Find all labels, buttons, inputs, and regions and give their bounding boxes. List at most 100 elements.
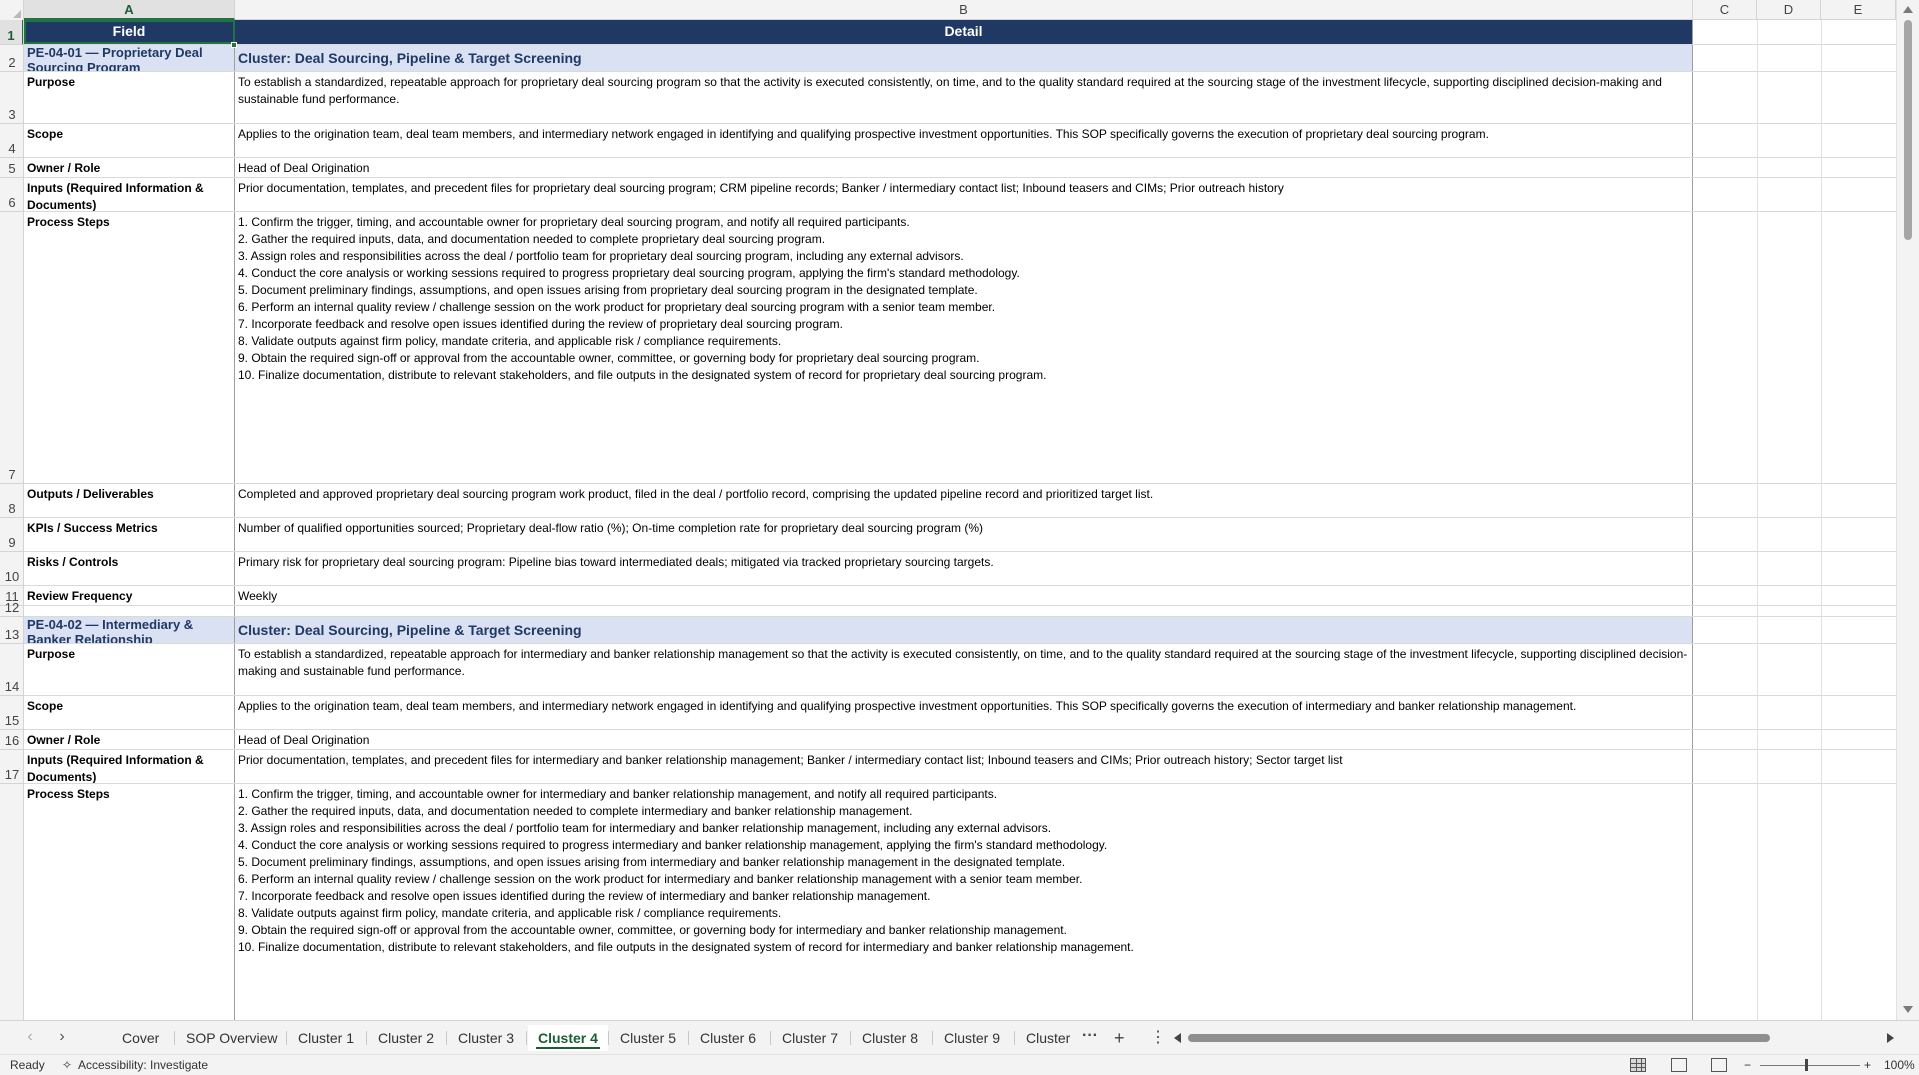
- row-header[interactable]: [0, 784, 23, 1020]
- row-header[interactable]: 8: [0, 484, 23, 518]
- cell-b[interactable]: Applies to the origination team, deal te…: [235, 124, 1693, 157]
- cell-b[interactable]: Prior documentation, templates, and prec…: [235, 178, 1693, 211]
- cell-a[interactable]: Owner / Role: [24, 158, 235, 177]
- cell-a[interactable]: Owner / Role: [24, 730, 235, 749]
- page-layout-view-icon[interactable]: [1671, 1058, 1687, 1072]
- cell-b[interactable]: To establish a standardized, repeatable …: [235, 72, 1693, 123]
- row-header[interactable]: 13: [0, 617, 23, 644]
- cell-a[interactable]: Inputs (Required Information & Documents…: [24, 178, 235, 211]
- scroll-left-arrow-icon[interactable]: [1174, 1033, 1181, 1043]
- row-header[interactable]: 6: [0, 178, 23, 212]
- cell-b[interactable]: Number of qualified opportunities source…: [235, 518, 1693, 551]
- sheet-tab[interactable]: Cluster 6: [690, 1025, 766, 1051]
- zoom-out-icon[interactable]: −: [1744, 1058, 1751, 1072]
- column-header-c[interactable]: C: [1693, 0, 1757, 20]
- sheet-tab[interactable]: Cluster 2: [368, 1025, 444, 1051]
- cell-b[interactable]: 1. Confirm the trigger, timing, and acco…: [235, 784, 1693, 1020]
- cell-a[interactable]: Inputs (Required Information & Documents…: [24, 750, 235, 783]
- cell-a[interactable]: [24, 606, 235, 616]
- row-header[interactable]: 7: [0, 212, 23, 484]
- column-header-e[interactable]: E: [1821, 0, 1896, 20]
- cell-b[interactable]: Head of Deal Origination: [235, 730, 1693, 749]
- accessibility-status[interactable]: Accessibility: Investigate: [78, 1058, 208, 1072]
- select-all-corner[interactable]: [0, 0, 24, 20]
- cell-a[interactable]: Process Steps: [24, 784, 235, 1020]
- page-break-view-icon[interactable]: [1711, 1058, 1727, 1072]
- cell-b[interactable]: Cluster: Deal Sourcing, Pipeline & Targe…: [235, 45, 1693, 71]
- sheet-tab[interactable]: Cluster 4: [528, 1025, 608, 1051]
- fill-handle[interactable]: [231, 42, 237, 48]
- cell-a[interactable]: Purpose: [24, 72, 235, 123]
- sheet-options-icon[interactable]: ⋮: [1150, 1025, 1166, 1051]
- add-sheet-icon[interactable]: +: [1114, 1025, 1125, 1051]
- cell-b[interactable]: Detail: [235, 20, 1693, 44]
- cell-a[interactable]: Risks / Controls: [24, 552, 235, 585]
- sheet-tab[interactable]: Cluster 3: [448, 1025, 524, 1051]
- tab-separator: [446, 1031, 447, 1045]
- sheet-tab[interactable]: Cover: [112, 1025, 169, 1051]
- row-header[interactable]: 16: [0, 730, 23, 750]
- sheet-tab[interactable]: SOP Overview: [176, 1025, 288, 1051]
- cell-a[interactable]: Review Frequency: [24, 586, 235, 605]
- spreadsheet-grid[interactable]: Field Detail PE-04-01 — Proprietary Deal S…: [24, 20, 1896, 1020]
- cell-b[interactable]: To establish a standardized, repeatable …: [235, 644, 1693, 695]
- cell-a[interactable]: Scope: [24, 696, 235, 729]
- zoom-level[interactable]: 100%: [1884, 1058, 1915, 1072]
- normal-view-icon[interactable]: [1630, 1058, 1646, 1072]
- cell-b[interactable]: Completed and approved proprietary deal …: [235, 484, 1693, 517]
- vertical-scroll-thumb[interactable]: [1904, 20, 1912, 240]
- cell-b[interactable]: Weekly: [235, 586, 1693, 605]
- row-header[interactable]: 3: [0, 72, 23, 124]
- row-header[interactable]: 2: [0, 45, 23, 72]
- column-header-d[interactable]: D: [1757, 0, 1821, 20]
- cell-a[interactable]: Process Steps: [24, 212, 235, 483]
- cell-a[interactable]: Purpose: [24, 644, 235, 695]
- tab-separator: [366, 1031, 367, 1045]
- row-header[interactable]: 14: [0, 644, 23, 696]
- scroll-right-arrow-icon[interactable]: [1887, 1033, 1894, 1043]
- horizontal-scrollbar[interactable]: [1172, 1033, 1896, 1043]
- next-sheet-icon[interactable]: ›: [52, 1027, 72, 1047]
- cell-a[interactable]: Field: [24, 20, 235, 44]
- zoom-slider-thumb[interactable]: [1805, 1059, 1808, 1071]
- row-header[interactable]: 5: [0, 158, 23, 178]
- sheet-tab[interactable]: Cluster 7: [772, 1025, 848, 1051]
- sheet-tab[interactable]: Cluster 1: [288, 1025, 364, 1051]
- scroll-down-arrow-icon[interactable]: [1903, 1006, 1913, 1013]
- row-header[interactable]: 10: [0, 552, 23, 586]
- row-header[interactable]: 15: [0, 696, 23, 730]
- zoom-in-icon[interactable]: +: [1864, 1058, 1871, 1072]
- sheet-tab[interactable]: Cluster 5: [610, 1025, 686, 1051]
- table-row: Process Steps 1. Confirm the trigger, tim…: [24, 784, 1896, 1020]
- cell-b[interactable]: Cluster: Deal Sourcing, Pipeline & Targe…: [235, 617, 1693, 643]
- row-header[interactable]: 17: [0, 750, 23, 784]
- cell-a[interactable]: Scope: [24, 124, 235, 157]
- cell-b[interactable]: Applies to the origination team, deal te…: [235, 696, 1693, 729]
- cell-a[interactable]: KPIs / Success Metrics: [24, 518, 235, 551]
- zoom-slider[interactable]: [1760, 1065, 1860, 1066]
- cell-a[interactable]: PE-04-02 — Intermediary & Banker Relatio…: [24, 617, 235, 643]
- horizontal-scroll-thumb[interactable]: [1188, 1034, 1770, 1042]
- column-header-a[interactable]: A: [24, 0, 235, 20]
- vertical-scrollbar[interactable]: [1896, 0, 1919, 1020]
- prev-sheet-icon[interactable]: ‹: [20, 1027, 40, 1047]
- cell-a[interactable]: Outputs / Deliverables: [24, 484, 235, 517]
- scroll-up-arrow-icon[interactable]: [1903, 6, 1913, 13]
- cell-b[interactable]: Head of Deal Origination: [235, 158, 1693, 177]
- cell-b[interactable]: Prior documentation, templates, and prec…: [235, 750, 1693, 783]
- row-header[interactable]: 1: [0, 20, 23, 45]
- accessibility-icon[interactable]: ✧: [62, 1058, 72, 1072]
- more-sheets-icon[interactable]: ···: [1082, 1025, 1098, 1051]
- cell-a[interactable]: PE-04-01 — Proprietary Deal Sourcing Pro…: [24, 45, 235, 71]
- sheet-tab[interactable]: Cluster 9: [934, 1025, 1010, 1051]
- sheet-tab[interactable]: Cluster: [1016, 1025, 1080, 1051]
- row-header[interactable]: 4: [0, 124, 23, 158]
- cell-b[interactable]: 1. Confirm the trigger, timing, and acco…: [235, 212, 1693, 483]
- row-header[interactable]: 12: [0, 600, 23, 617]
- row-number: 14: [4, 679, 20, 694]
- column-header-b[interactable]: B: [235, 0, 1693, 20]
- cell-b[interactable]: [235, 606, 1693, 616]
- row-header[interactable]: 9: [0, 518, 23, 552]
- sheet-tab[interactable]: Cluster 8: [852, 1025, 928, 1051]
- cell-b[interactable]: Primary risk for proprietary deal sourci…: [235, 552, 1693, 585]
